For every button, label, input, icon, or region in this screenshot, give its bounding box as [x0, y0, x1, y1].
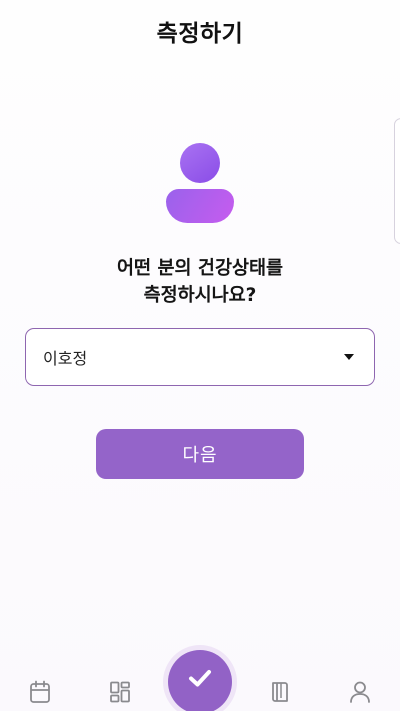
avatar-head: [180, 143, 220, 183]
selected-person: 이호정: [43, 349, 88, 368]
person-avatar-icon: [166, 143, 234, 223]
measure-tab-button[interactable]: [168, 650, 232, 711]
side-drawer-handle[interactable]: [394, 118, 400, 244]
profile-icon[interactable]: [349, 680, 371, 704]
checkmark-icon: [189, 670, 211, 687]
question-text: 어떤 분의 건강상태를 측정하시나요?: [0, 255, 400, 309]
book-icon[interactable]: [269, 680, 291, 704]
avatar-body: [166, 189, 234, 223]
dashboard-grid-icon[interactable]: [109, 680, 131, 704]
page-title: 측정하기: [156, 21, 244, 47]
next-button[interactable]: 다음: [96, 429, 304, 479]
measure-screen: 측정하기 어떤 분의 건강상태를 측정하시나요? 이호정 다음: [0, 0, 400, 711]
person-select-dropdown[interactable]: 이호정: [25, 328, 375, 386]
calendar-icon[interactable]: [29, 680, 51, 704]
question-line-1: 어떤 분의 건강상태를: [116, 258, 284, 279]
question-line-2: 측정하시나요?: [143, 285, 257, 306]
dropdown-arrow-icon: [344, 354, 354, 360]
